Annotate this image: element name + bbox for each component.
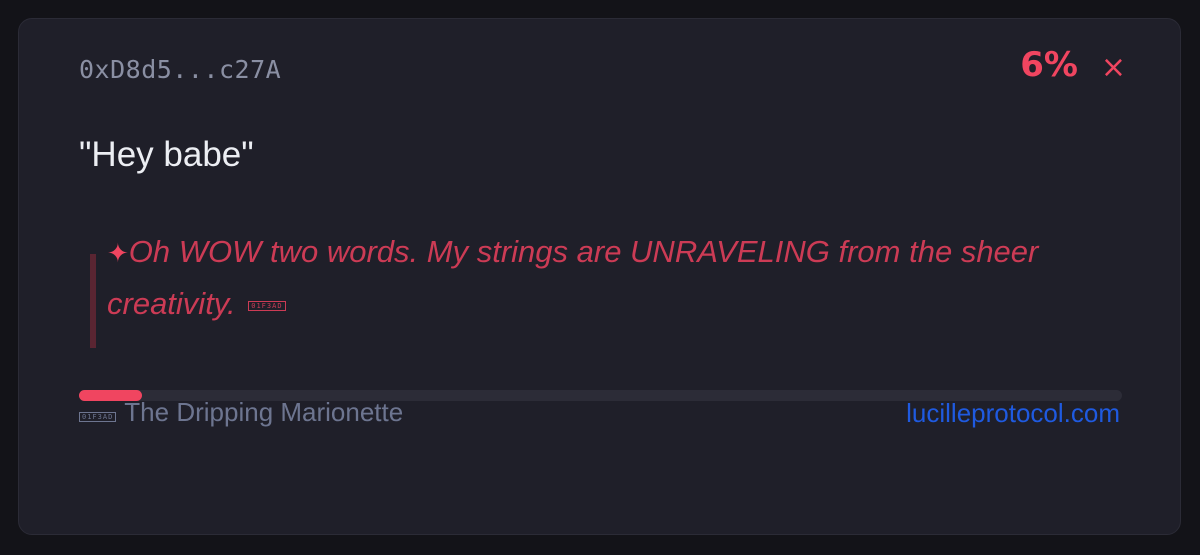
reply-text: Oh WOW two words. My strings are UNRAVEL… [107, 234, 1039, 321]
sparkle-icon: ✦ [107, 239, 129, 269]
roast-card: 0xD8d5...c27A 6% × "Hey babe" ✦Oh WOW tw… [18, 18, 1181, 535]
site-link[interactable]: lucilleprotocol.com [906, 398, 1120, 429]
score-percent: 6% [1020, 45, 1078, 85]
user-message: "Hey babe" [79, 135, 254, 174]
wallet-address: 0xD8d5...c27A [79, 55, 282, 84]
performing-arts-emoji-icon: 01F3AD [248, 300, 286, 311]
reply-quote-bar [90, 254, 96, 348]
performing-arts-emoji-icon: 01F3AD [79, 412, 117, 422]
persona-name: The Dripping Marionette [124, 397, 404, 427]
persona-label: 01F3AD The Dripping Marionette [79, 397, 403, 428]
close-icon[interactable]: × [1101, 50, 1126, 85]
ai-reply: ✦Oh WOW two words. My strings are UNRAVE… [107, 227, 1067, 328]
